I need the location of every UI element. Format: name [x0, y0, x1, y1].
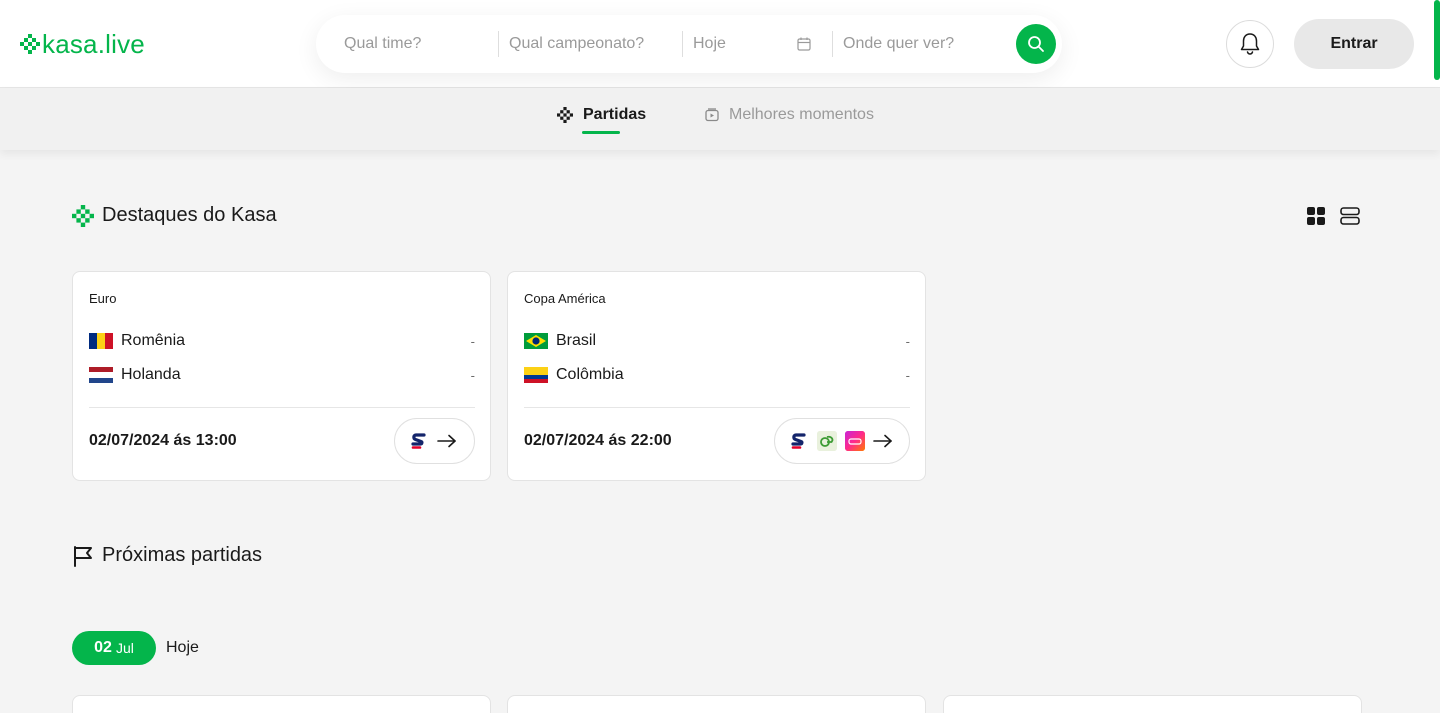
tab-bar: Partidas Melhores momentos: [0, 88, 1440, 150]
date-field-value: Hoje: [693, 35, 726, 52]
login-button[interactable]: Entrar: [1294, 19, 1414, 69]
away-team-name: Holanda: [121, 366, 181, 383]
brand-logo[interactable]: kasa.live: [20, 30, 145, 58]
grid-view-icon[interactable]: [1306, 206, 1326, 226]
brand-name: kasa.live: [42, 29, 145, 59]
scrollbar-thumb[interactable]: [1434, 0, 1440, 80]
bell-icon: [1240, 33, 1260, 55]
match-card[interactable]: Copa América Brasil - Colômbia - 02/07/2…: [507, 271, 926, 481]
search-button[interactable]: [1016, 24, 1056, 64]
team-search-field[interactable]: Qual time?: [316, 31, 498, 57]
home-team-score: -: [470, 333, 475, 349]
globo-logo-icon: [845, 431, 865, 451]
team-search-placeholder: Qual time?: [344, 35, 422, 52]
home-team-score: -: [905, 333, 910, 349]
match-card[interactable]: [943, 695, 1362, 713]
match-card[interactable]: [72, 695, 491, 713]
search-bar: Qual time? Qual campeonato? Hoje Onde qu…: [316, 15, 1062, 73]
match-card[interactable]: Euro Romênia - Holanda - 02/07/2024 ás 1…: [72, 271, 491, 481]
date-chip-selected[interactable]: 02 Jul: [72, 631, 156, 665]
featured-title-text: Destaques do Kasa: [102, 204, 277, 226]
match-datetime: 02/07/2024 ás 22:00: [524, 432, 672, 449]
where-to-watch-placeholder: Onde quer ver?: [843, 35, 955, 52]
list-view-icon[interactable]: [1340, 206, 1360, 226]
away-team-row: Colômbia -: [524, 365, 910, 385]
tab-highlights-label: Melhores momentos: [729, 106, 874, 123]
away-team-row: Holanda -: [89, 365, 475, 385]
card-divider: [89, 407, 475, 408]
match-datetime: 02/07/2024 ás 13:00: [89, 432, 237, 449]
flag-icon: [74, 545, 92, 567]
away-team-name: Colômbia: [556, 366, 624, 383]
notifications-button[interactable]: [1226, 20, 1274, 68]
search-icon: [1028, 36, 1044, 52]
sportv-logo-icon: [789, 431, 809, 451]
romania-flag-icon: [89, 333, 113, 349]
brazil-flag-icon: [524, 333, 548, 349]
home-team-name: Romênia: [121, 332, 186, 349]
championship-search-field[interactable]: Qual campeonato?: [498, 31, 682, 57]
date-field[interactable]: Hoje: [682, 31, 832, 57]
featured-section-title: Destaques do Kasa: [72, 204, 277, 227]
card-divider: [524, 407, 910, 408]
date-chip-month: Jul: [115, 640, 134, 656]
active-tab-indicator: [582, 131, 620, 134]
calendar-icon: [797, 37, 811, 51]
top-header: kasa.live Qual time? Qual campeonato? Ho…: [0, 0, 1440, 88]
tab-matches[interactable]: Partidas: [557, 106, 646, 124]
home-team-row: Romênia -: [89, 331, 475, 351]
view-toggle: [1306, 206, 1360, 226]
watch-options-button[interactable]: [394, 418, 475, 464]
upcoming-section-title: Próximas partidas: [72, 544, 262, 567]
championship-search-placeholder: Qual campeonato?: [509, 35, 645, 52]
match-card[interactable]: [507, 695, 926, 713]
checkered-ball-icon: [20, 34, 40, 54]
sportv-logo-icon: [409, 431, 429, 451]
tab-matches-label: Partidas: [583, 106, 647, 123]
checkered-ball-icon: [557, 107, 573, 123]
away-team-score: -: [470, 367, 475, 383]
ge-logo-icon: [817, 431, 837, 451]
colombia-flag-icon: [524, 367, 548, 383]
date-label: Hoje: [166, 639, 199, 656]
arrow-right-icon: [873, 434, 892, 448]
competition-name: Euro: [89, 291, 117, 306]
upcoming-title-text: Próximas partidas: [102, 544, 263, 566]
netherlands-flag-icon: [89, 367, 113, 383]
home-team-row: Brasil -: [524, 331, 910, 351]
tab-highlights[interactable]: Melhores momentos: [705, 106, 874, 124]
watch-options-button[interactable]: [774, 418, 910, 464]
arrow-right-icon: [437, 434, 456, 448]
home-team-name: Brasil: [556, 332, 597, 349]
away-team-score: -: [905, 367, 910, 383]
date-chip-day: 02: [94, 639, 112, 656]
video-icon: [705, 108, 719, 122]
competition-name: Copa América: [524, 291, 606, 306]
checkered-ball-icon: [72, 204, 94, 227]
where-to-watch-field[interactable]: Onde quer ver?: [832, 31, 1016, 57]
